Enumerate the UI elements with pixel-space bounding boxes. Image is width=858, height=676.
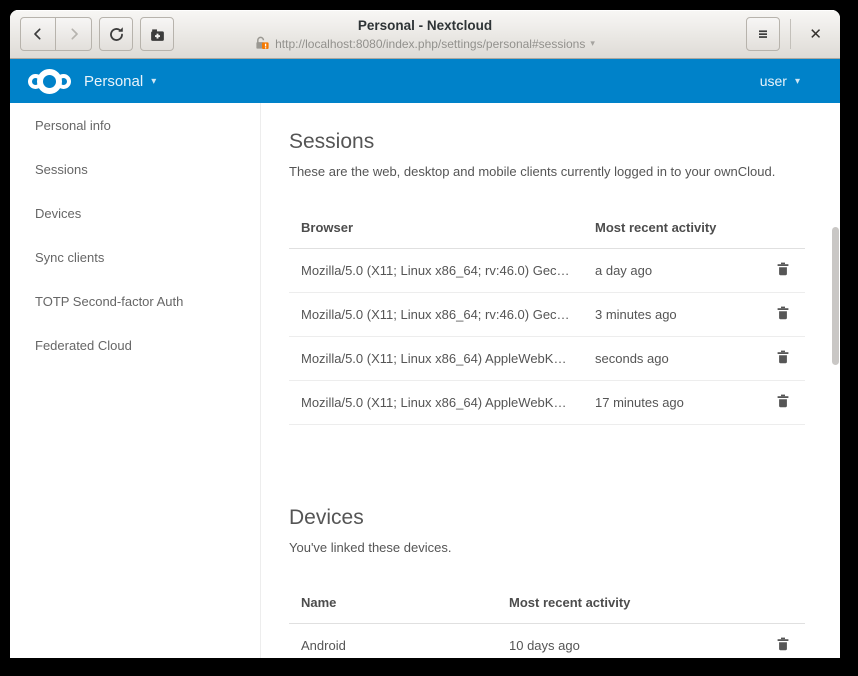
devices-section: Devices You've linked these devices. Nam… xyxy=(289,505,840,659)
session-activity: 3 minutes ago xyxy=(583,292,753,336)
insecure-lock-icon xyxy=(255,36,270,51)
app-menu-label: Personal xyxy=(84,73,143,90)
delete-session-button[interactable] xyxy=(775,393,791,409)
new-tab-icon xyxy=(149,26,166,43)
device-name: Android xyxy=(289,624,497,659)
session-row: Mozilla/5.0 (X11; Linux x86_64; rv:46.0)… xyxy=(289,248,805,292)
devices-description: You've linked these devices. xyxy=(289,540,840,555)
devices-header-row: Name Most recent activity xyxy=(289,583,805,624)
session-activity: a day ago xyxy=(583,248,753,292)
url-dropdown-caret-icon[interactable]: ▾ xyxy=(590,38,595,49)
forward-button[interactable] xyxy=(56,17,92,51)
session-browser: Mozilla/5.0 (X11; Linux x86_64; rv:46.0)… xyxy=(289,292,583,336)
reload-icon xyxy=(108,26,125,43)
back-icon xyxy=(30,26,46,42)
nextcloud-logo-icon xyxy=(28,69,71,94)
url-text: http://localhost:8080/index.php/settings… xyxy=(275,37,585,51)
sessions-header-row: Browser Most recent activity xyxy=(289,207,805,248)
session-row: Mozilla/5.0 (X11; Linux x86_64; rv:46.0)… xyxy=(289,292,805,336)
trash-icon xyxy=(775,636,791,652)
device-activity: 10 days ago xyxy=(497,624,753,659)
devices-table: Name Most recent activity Android 10 day… xyxy=(289,583,805,659)
session-activity: 17 minutes ago xyxy=(583,380,753,424)
history-nav-group xyxy=(20,17,92,51)
new-tab-button[interactable] xyxy=(140,17,174,51)
reload-button[interactable] xyxy=(99,17,133,51)
back-button[interactable] xyxy=(20,17,56,51)
titlebar-right: ✕ xyxy=(746,17,830,51)
sidebar-item-devices[interactable]: Devices xyxy=(10,191,260,235)
session-browser: Mozilla/5.0 (X11; Linux x86_64) AppleWeb… xyxy=(289,336,583,380)
sessions-col-browser: Browser xyxy=(289,207,583,248)
forward-icon xyxy=(66,26,82,42)
settings-sidebar: Personal info Sessions Devices Sync clie… xyxy=(10,103,261,658)
user-menu-caret-icon: ▾ xyxy=(795,76,800,87)
delete-device-button[interactable] xyxy=(775,636,791,652)
nav-buttons xyxy=(20,17,174,51)
browser-window: Personal - Nextcloud http://localhost:80… xyxy=(10,10,840,658)
sidebar-item-totp[interactable]: TOTP Second-factor Auth xyxy=(10,279,260,323)
browser-titlebar: Personal - Nextcloud http://localhost:80… xyxy=(10,10,840,59)
delete-session-button[interactable] xyxy=(775,261,791,277)
sessions-section: Sessions These are the web, desktop and … xyxy=(289,129,840,425)
nextcloud-header: Personal ▾ user ▾ xyxy=(10,59,840,103)
user-menu[interactable]: user ▾ xyxy=(760,73,800,89)
delete-session-button[interactable] xyxy=(775,305,791,321)
sessions-col-activity: Most recent activity xyxy=(583,207,753,248)
hamburger-icon xyxy=(755,26,771,42)
session-row: Mozilla/5.0 (X11; Linux x86_64) AppleWeb… xyxy=(289,380,805,424)
titlebar-separator xyxy=(790,19,791,49)
session-activity: seconds ago xyxy=(583,336,753,380)
sidebar-item-personal-info[interactable]: Personal info xyxy=(10,103,260,147)
app-menu-caret-icon: ▾ xyxy=(151,76,156,87)
session-row: Mozilla/5.0 (X11; Linux x86_64) AppleWeb… xyxy=(289,336,805,380)
devices-title: Devices xyxy=(289,505,840,531)
trash-icon xyxy=(775,305,791,321)
devices-col-name: Name xyxy=(289,583,497,624)
sidebar-item-sessions[interactable]: Sessions xyxy=(10,147,260,191)
sidebar-item-federated-cloud[interactable]: Federated Cloud xyxy=(10,323,260,367)
url-bar[interactable]: http://localhost:8080/index.php/settings… xyxy=(255,36,595,51)
menu-button[interactable] xyxy=(746,17,780,51)
device-row: Android 10 days ago xyxy=(289,624,805,659)
devices-col-activity: Most recent activity xyxy=(497,583,753,624)
sessions-title: Sessions xyxy=(289,129,840,155)
session-browser: Mozilla/5.0 (X11; Linux x86_64) AppleWeb… xyxy=(289,380,583,424)
session-browser: Mozilla/5.0 (X11; Linux x86_64; rv:46.0)… xyxy=(289,248,583,292)
settings-content: Sessions These are the web, desktop and … xyxy=(261,103,840,658)
window-title: Personal - Nextcloud xyxy=(358,17,492,34)
delete-session-button[interactable] xyxy=(775,349,791,365)
settings-body: Personal info Sessions Devices Sync clie… xyxy=(10,103,840,658)
trash-icon xyxy=(775,393,791,409)
close-window-button[interactable]: ✕ xyxy=(801,21,830,47)
trash-icon xyxy=(775,261,791,277)
trash-icon xyxy=(775,349,791,365)
vertical-scrollbar[interactable] xyxy=(832,227,839,365)
user-menu-label: user xyxy=(760,73,787,89)
sidebar-item-sync-clients[interactable]: Sync clients xyxy=(10,235,260,279)
sessions-table: Browser Most recent activity Mozilla/5.0… xyxy=(289,207,805,425)
sessions-description: These are the web, desktop and mobile cl… xyxy=(289,164,840,179)
app-navigation-menu[interactable]: Personal ▾ xyxy=(84,73,156,90)
